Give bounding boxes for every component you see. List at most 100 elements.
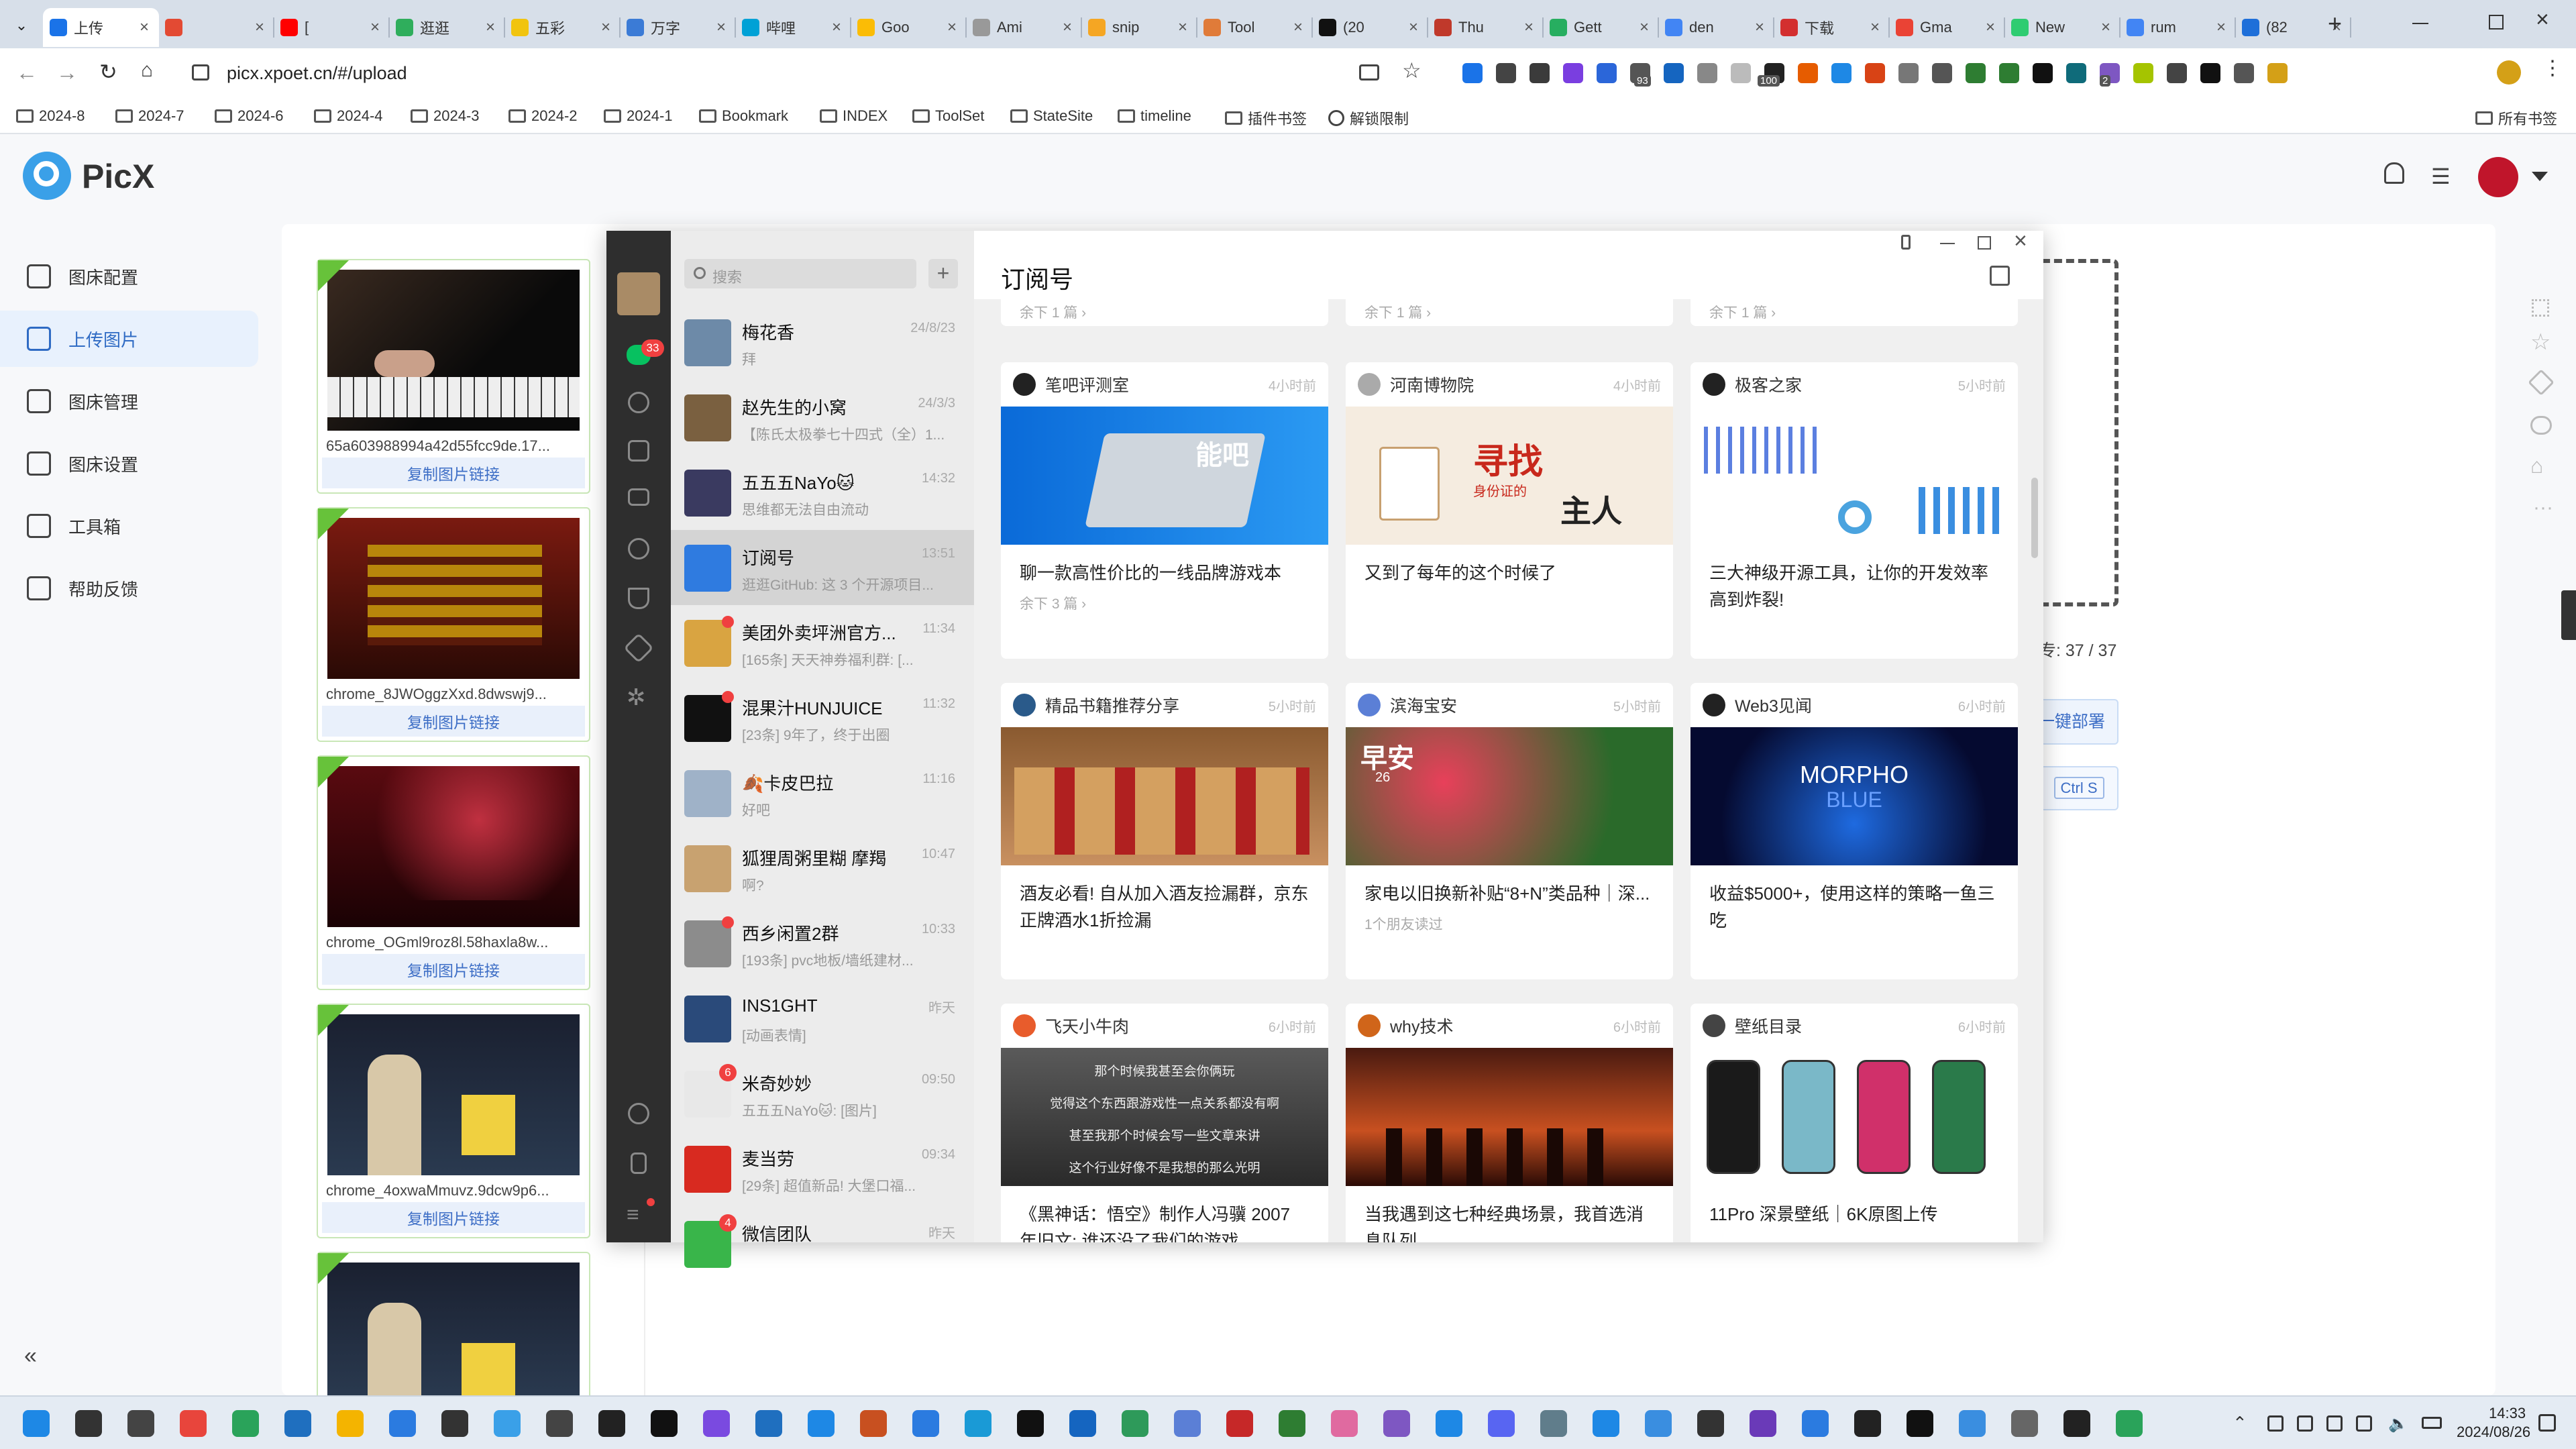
browser-tab[interactable]: [× (274, 8, 390, 47)
article-footer[interactable]: 1个朋友读过 (1346, 907, 1673, 941)
tab-search-button[interactable]: ⌄ (9, 13, 34, 38)
uploaded-image-card[interactable]: chrome_8JWOggzXxd.8dwswj9... 复制图片链接 (317, 507, 590, 742)
taskbar-app-icon[interactable] (1488, 1410, 1515, 1437)
article-header[interactable]: 河南博物院 4小时前 (1346, 362, 1673, 407)
extension-icon[interactable] (1462, 63, 1483, 83)
settings-sliders-icon[interactable]: ☰ (2431, 164, 2451, 189)
bookmark-folder[interactable]: timeline (1118, 107, 1191, 125)
new-tab-button[interactable]: + (2328, 9, 2342, 38)
article-header[interactable]: 精品书籍推荐分享 5小时前 (1001, 683, 1328, 727)
home-icon[interactable]: ⌂ (141, 59, 153, 82)
extension-icon[interactable] (1966, 63, 1986, 83)
browser-tab[interactable]: 逛逛 × (389, 8, 505, 47)
speaker-icon[interactable]: 🔈 (2388, 1414, 2408, 1434)
chat-item[interactable]: 🍂卡皮巴拉 11:16 好吧 (671, 755, 974, 830)
tab-close-icon[interactable]: × (1867, 18, 1883, 37)
cube-icon[interactable] (628, 440, 649, 462)
extension-icon[interactable] (2200, 63, 2220, 83)
uploaded-image-card[interactable]: chrome_4oxwaMmuvz.9dcw9p6... 复制图片链接 (317, 1004, 590, 1238)
browser-tab[interactable]: Thu × (1428, 8, 1544, 47)
taskbar-app-icon[interactable] (1907, 1410, 1933, 1437)
close-icon[interactable]: × (2014, 228, 2027, 254)
article-cover-image[interactable]: 那个时候我甚至会你俩玩 觉得这个东西跟游戏性一点关系都没有啊 甚至我那个时候会写一些… (1001, 1048, 1328, 1186)
article-cover-image[interactable] (1690, 407, 2018, 545)
extension-icon[interactable] (1999, 63, 2019, 83)
picx-logo-icon[interactable] (23, 152, 71, 200)
minimize-window-icon[interactable] (2412, 23, 2428, 24)
floating-star-icon[interactable]: ☆ (2530, 329, 2551, 356)
taskbar-app-icon[interactable] (703, 1410, 730, 1437)
article-header[interactable]: why技术 6小时前 (1346, 1004, 1673, 1048)
taskbar-app-icon[interactable] (1226, 1410, 1253, 1437)
tab-close-icon[interactable]: × (367, 18, 383, 37)
taskbar-app-icon[interactable] (494, 1410, 521, 1437)
floating-grid-icon[interactable] (2532, 299, 2549, 317)
article-title[interactable]: 三大神级开源工具，让你的开发效率高到炸裂! (1690, 545, 2018, 613)
tab-close-icon[interactable]: × (1636, 18, 1652, 37)
article-title[interactable]: 当我遇到这七种经典场景，我首选消息队列 (1346, 1186, 1673, 1242)
chat-item[interactable]: 麦当劳 09:34 [29条] 超值新品! 大堡口福... (671, 1131, 974, 1206)
article-title[interactable]: 聊一款高性价比的一线品牌游戏本 (1001, 545, 1328, 586)
taskbar-app-icon[interactable] (1697, 1410, 1724, 1437)
floating-home-icon[interactable]: ⌂ (2530, 453, 2543, 478)
article-card[interactable]: 滨海宝安 5小时前 早安 26 家电以旧换新补贴“8+N”类品种｜深... 1个朋友读过 (1346, 683, 1673, 979)
taskbar-app-icon[interactable] (2116, 1410, 2143, 1437)
tab-close-icon[interactable]: × (1405, 18, 1421, 37)
taskbar-app-icon[interactable] (1750, 1410, 1776, 1437)
bookmark-folder[interactable]: 解锁限制 (1328, 107, 1409, 129)
taskbar-app-icon[interactable] (1645, 1410, 1672, 1437)
remaining-articles-link[interactable]: 余下 1 篇 › (1020, 302, 1086, 322)
article-card[interactable]: 极客之家 5小时前三大神级开源工具，让你的开发效率高到炸裂! (1690, 362, 2018, 659)
remaining-articles-link[interactable]: 余下 1 篇 › (1364, 302, 1431, 322)
bookmark-folder[interactable]: 2024-8 (16, 107, 85, 125)
tab-close-icon[interactable]: × (598, 18, 614, 37)
browser-menu-icon[interactable]: ⋮ (2542, 56, 2563, 80)
floating-more-icon[interactable]: ··· (2533, 496, 2553, 519)
browser-tab[interactable]: Gma × (1889, 8, 2005, 47)
profile-avatar[interactable] (2497, 60, 2521, 85)
tab-close-icon[interactable]: × (2213, 18, 2229, 37)
taskbar-app-icon[interactable] (284, 1410, 311, 1437)
more-menu-icon[interactable]: ≡ (627, 1202, 639, 1227)
taskbar-app-icon[interactable] (23, 1410, 50, 1437)
bookmark-star-icon[interactable]: ☆ (1402, 58, 1421, 83)
taskbar-app-icon[interactable] (1017, 1410, 1044, 1437)
previous-card-tail[interactable]: 余下 1 篇 › (1346, 299, 1673, 326)
forward-icon[interactable]: → (56, 60, 78, 85)
article-header[interactable]: 笔吧评测室 4小时前 (1001, 362, 1328, 407)
taskbar-app-icon[interactable] (808, 1410, 835, 1437)
tab-close-icon[interactable]: × (252, 18, 268, 37)
browser-tab[interactable]: 下载 × (1774, 8, 1890, 47)
pin-icon[interactable] (1901, 235, 1911, 250)
folder-icon[interactable] (628, 488, 649, 506)
article-cover-image[interactable]: 寻找 身份证的 主人 (1346, 407, 1673, 545)
article-card[interactable]: why技术 6小时前当我遇到这七种经典场景，我首选消息队列 (1346, 1004, 1673, 1242)
bookmark-folder[interactable]: 2024-4 (314, 107, 383, 125)
article-title[interactable]: 家电以旧换新补贴“8+N”类品种｜深... (1346, 865, 1673, 907)
bookmark-folder[interactable]: 2024-2 (508, 107, 578, 125)
extension-icon[interactable] (1697, 63, 1717, 83)
article-card[interactable]: 飞天小牛肉 6小时前 那个时候我甚至会你俩玩 觉得这个东西跟游戏性一点关系都没有啊 甚至… (1001, 1004, 1328, 1242)
article-title[interactable]: 收益$5000+，使用这样的策略一鱼三吃 (1690, 865, 2018, 934)
channels-icon[interactable] (628, 588, 649, 609)
tab-close-icon[interactable]: × (1521, 18, 1537, 37)
user-avatar[interactable] (2478, 157, 2518, 197)
article-card[interactable]: 精品书籍推荐分享 5小时前 酒友必看! 自从加入酒友捡漏群，京东正牌酒水1折捡漏 (1001, 683, 1328, 979)
tab-close-icon[interactable]: × (482, 18, 498, 37)
chat-item[interactable]: 五五五NaYo🐱 14:32 思维都无法自由流动 (671, 455, 974, 530)
tab-close-icon[interactable]: × (713, 18, 729, 37)
taskbar-app-icon[interactable] (441, 1410, 468, 1437)
extension-icon[interactable] (1529, 63, 1550, 83)
extension-icon[interactable] (1831, 63, 1851, 83)
all-bookmarks-button[interactable]: 所有书签 (2475, 107, 2557, 129)
tray-icon[interactable] (2356, 1415, 2372, 1432)
article-header[interactable]: 极客之家 5小时前 (1690, 362, 2018, 407)
maximize-icon[interactable] (1978, 236, 1991, 250)
article-header[interactable]: 壁纸目录 6小时前 (1690, 1004, 2018, 1048)
taskbar-app-icon[interactable] (337, 1410, 364, 1437)
taskbar-app-icon[interactable] (1540, 1410, 1567, 1437)
article-title[interactable]: 《黑神话：悟空》制作人冯骥 2007 年旧文: 谁还没了我们的游戏 (1001, 1186, 1328, 1242)
taskbar-app-icon[interactable] (389, 1410, 416, 1437)
taskbar-app-icon[interactable] (1854, 1410, 1881, 1437)
extension-icon[interactable] (1932, 63, 1952, 83)
